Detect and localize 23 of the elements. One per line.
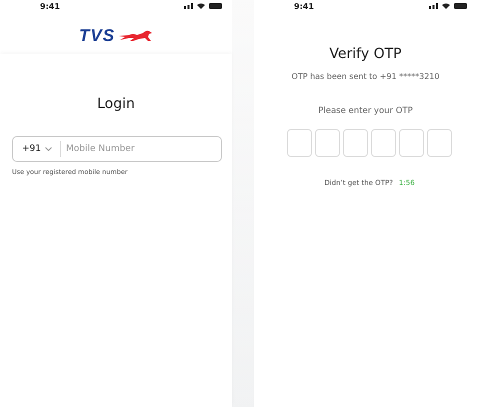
status-time: 9:41 [40,2,60,10]
wifi-icon [442,3,450,9]
logo-text: TVS [78,26,116,46]
wifi-icon [197,3,205,9]
battery-icon [454,3,467,9]
otp-digit-field[interactable] [287,129,312,157]
otp-prompt: Please enter your OTP [318,106,413,116]
otp-digit-field[interactable] [371,129,396,157]
login-title: Login [97,96,135,112]
otp-digit-field[interactable] [399,129,424,157]
mobile-number-field[interactable]: +91 Mobile Number [12,136,222,162]
otp-title: Verify OTP [329,46,402,62]
otp-digit-field[interactable] [427,129,452,157]
status-time: 9:41 [294,2,314,10]
signal-icon [184,3,193,9]
chevron-down-icon [45,147,52,151]
otp-digit-field[interactable] [315,129,340,157]
signal-icon [429,3,438,9]
horse-icon [119,30,154,42]
otp-digit-field[interactable] [343,129,368,157]
battery-icon [209,3,222,9]
otp-sent-message: OTP has been sent to +91 *****3210 [292,72,440,81]
country-code-select[interactable]: +91 [13,141,61,157]
